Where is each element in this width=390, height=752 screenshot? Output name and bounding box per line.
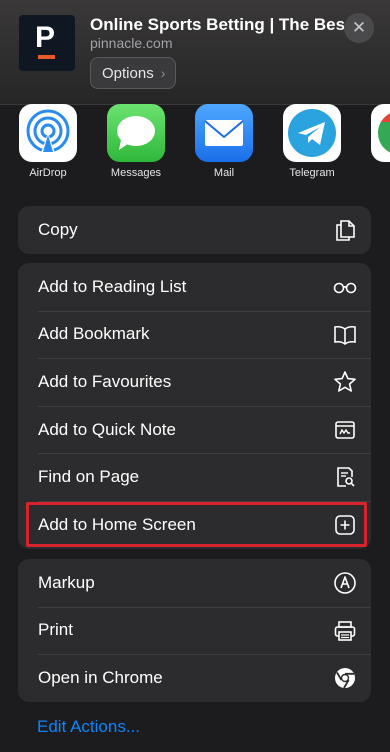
action-label: Open in Chrome bbox=[38, 667, 163, 687]
chrome-icon bbox=[335, 668, 355, 689]
site-favicon: P bbox=[19, 15, 75, 71]
chrome-icon bbox=[371, 104, 390, 162]
action-open-in-chrome[interactable]: Open in Chrome bbox=[18, 654, 371, 702]
chevron-right-icon: › bbox=[160, 65, 166, 81]
share-app-mail[interactable]: Mail bbox=[186, 104, 262, 179]
add-square-icon bbox=[335, 515, 355, 535]
share-app-messages[interactable]: Messages bbox=[98, 104, 174, 179]
share-sheet-header: P Online Sports Betting | The Bes... pin… bbox=[0, 0, 390, 105]
action-group-copy: Copy bbox=[18, 206, 371, 254]
action-group-other: Markup Print Open in Chrome bbox=[18, 559, 371, 702]
action-group-browser: Add to Reading List Add Bookmark Add to … bbox=[18, 263, 371, 549]
quick-note-icon bbox=[335, 420, 355, 439]
share-app-label: Mail bbox=[213, 167, 235, 179]
site-url: pinnacle.com bbox=[90, 35, 173, 51]
action-add-to-home-screen[interactable]: Add to Home Screen bbox=[18, 500, 371, 549]
share-app-label: Ch bbox=[362, 167, 390, 179]
messages-icon bbox=[107, 104, 165, 162]
action-label: Add Bookmark bbox=[38, 324, 150, 344]
action-label: Add to Home Screen bbox=[38, 514, 196, 534]
action-label: Find on Page bbox=[38, 467, 140, 487]
share-app-chrome[interactable]: Ch bbox=[362, 104, 390, 179]
mail-icon bbox=[195, 104, 253, 162]
airdrop-icon bbox=[19, 104, 77, 162]
share-apps-row[interactable]: AirDrop Messages Mail Telegram bbox=[0, 104, 390, 182]
share-app-telegram[interactable]: Telegram bbox=[274, 104, 350, 179]
action-label: Add to Reading List bbox=[38, 276, 187, 296]
markup-icon bbox=[334, 572, 356, 594]
action-print[interactable]: Print bbox=[18, 606, 371, 655]
printer-icon bbox=[334, 620, 356, 641]
action-find-on-page[interactable]: Find on Page bbox=[18, 453, 371, 501]
edit-actions-link[interactable]: Edit Actions... bbox=[37, 717, 140, 737]
action-label: Print bbox=[38, 620, 73, 640]
action-add-to-reading-list[interactable]: Add to Reading List bbox=[18, 263, 371, 311]
action-copy[interactable]: Copy bbox=[18, 206, 371, 254]
find-on-page-icon bbox=[337, 467, 355, 488]
copy-icon bbox=[336, 220, 355, 241]
options-label: Options bbox=[102, 64, 154, 82]
action-label: Add to Favourites bbox=[38, 371, 172, 391]
close-button[interactable]: ✕ bbox=[344, 13, 374, 43]
action-markup[interactable]: Markup bbox=[18, 559, 371, 607]
action-add-to-favourites[interactable]: Add to Favourites bbox=[18, 358, 371, 406]
options-button[interactable]: Options › bbox=[90, 57, 176, 89]
close-icon: ✕ bbox=[351, 18, 367, 37]
site-title: Online Sports Betting | The Bes... bbox=[90, 15, 360, 34]
glasses-icon bbox=[333, 282, 357, 294]
action-label: Copy bbox=[38, 219, 78, 239]
share-app-airdrop[interactable]: AirDrop bbox=[10, 104, 86, 179]
share-app-label: Telegram bbox=[289, 167, 335, 179]
star-icon bbox=[334, 371, 356, 392]
book-icon bbox=[334, 325, 356, 345]
telegram-icon bbox=[283, 104, 341, 162]
action-add-to-quick-note[interactable]: Add to Quick Note bbox=[18, 405, 371, 454]
action-label: Add to Quick Note bbox=[38, 419, 176, 439]
action-label: Markup bbox=[38, 572, 95, 592]
share-app-label: AirDrop bbox=[29, 167, 67, 179]
action-add-bookmark[interactable]: Add Bookmark bbox=[18, 310, 371, 359]
share-app-label: Messages bbox=[110, 167, 162, 179]
